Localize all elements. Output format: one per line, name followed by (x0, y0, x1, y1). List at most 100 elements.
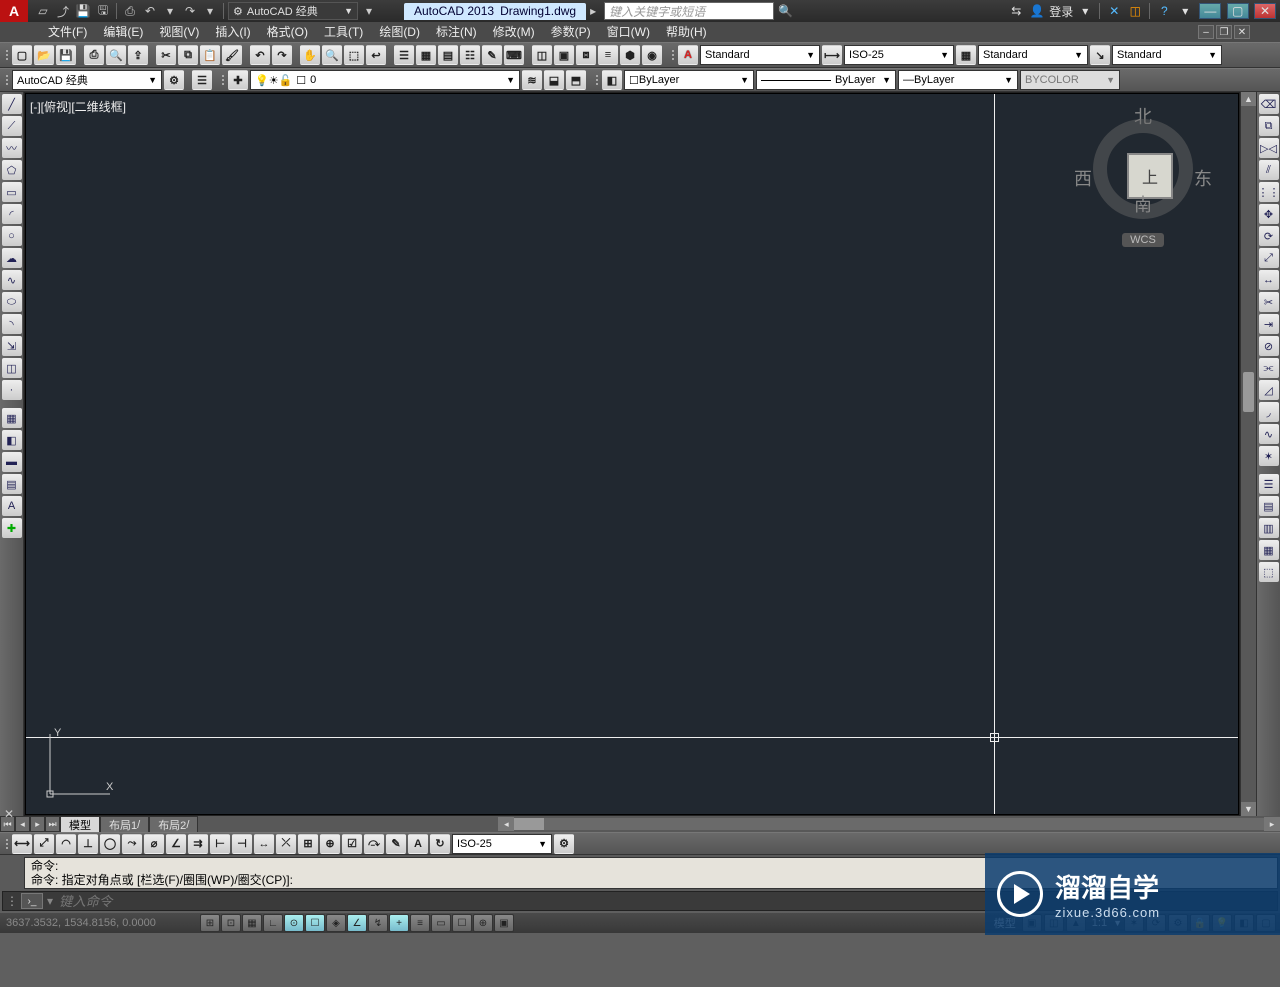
toolbar-grip[interactable] (670, 45, 676, 65)
chamfer-icon[interactable]: ◿ (1259, 380, 1279, 400)
dimrad-icon[interactable]: ◯ (100, 834, 120, 854)
qat-saveas-icon[interactable]: 🖫 (94, 2, 112, 20)
ren-icon[interactable]: ⬢ (620, 45, 640, 65)
hatch-icon[interactable]: ▦ (2, 408, 22, 428)
dimdia-icon[interactable]: ⌀ (144, 834, 164, 854)
qat-undo-dd-icon[interactable]: ▾ (161, 2, 179, 20)
dimbreak-icon[interactable]: ⤫ (276, 834, 296, 854)
close-button[interactable]: ✕ (1254, 3, 1276, 19)
exchange-icon[interactable]: ⇆ (1007, 2, 1025, 20)
arc-icon[interactable]: ◜ (2, 204, 22, 224)
color-dropdown[interactable]: ☐ ByLayer▼ (624, 70, 754, 90)
xline-icon[interactable]: ⟋ (2, 116, 22, 136)
help-icon[interactable]: ? (1155, 2, 1173, 20)
search-box[interactable]: 键入关键字或短语 (604, 2, 774, 20)
box-icon[interactable]: ◫ (1126, 2, 1144, 20)
publish-icon[interactable]: ⇪ (128, 45, 148, 65)
stretch-icon[interactable]: ↔ (1259, 270, 1279, 290)
qat-new-icon[interactable]: ▱ (34, 2, 52, 20)
insert-icon[interactable]: ⇲ (2, 336, 22, 356)
zoomp-icon[interactable]: ↩ (366, 45, 386, 65)
tol-icon[interactable]: ⊞ (298, 834, 318, 854)
calc-icon[interactable]: ⌨ (504, 45, 524, 65)
horizontal-scrollbar[interactable]: ◂ ▸ (498, 816, 1280, 832)
mark-icon[interactable]: ✎ (482, 45, 502, 65)
pline-icon[interactable]: 〰 (2, 138, 22, 158)
dimspace-icon[interactable]: ↔ (254, 834, 274, 854)
tab-next-icon[interactable]: ▸ (30, 816, 45, 832)
joglin-icon[interactable]: ⤼ (364, 834, 384, 854)
zoom-icon[interactable]: 🔍 (322, 45, 342, 65)
qat-save-icon[interactable]: 💾 (74, 2, 92, 20)
dimarc-icon[interactable]: ◠ (56, 834, 76, 854)
dimjog-icon[interactable]: ⤳ (122, 834, 142, 854)
workspace-dd2[interactable]: AutoCAD 经典▼ (12, 70, 162, 90)
scale-icon[interactable]: ⤢ (1259, 248, 1279, 268)
dc-icon[interactable]: ▦ (416, 45, 436, 65)
tab-last-icon[interactable]: ⏭ (45, 816, 60, 832)
props-icon[interactable]: ☰ (394, 45, 414, 65)
cen-icon[interactable]: ⊕ (320, 834, 340, 854)
minimize-button[interactable]: — (1199, 3, 1221, 19)
wcs-badge[interactable]: WCS (1122, 233, 1164, 247)
draworder4-icon[interactable]: ▦ (1259, 540, 1279, 560)
tablestyle-icon[interactable]: ▦ (956, 45, 976, 65)
qp-icon[interactable]: ☐ (452, 914, 472, 932)
xref-icon[interactable]: ⧈ (576, 45, 596, 65)
mirror-icon[interactable]: ▷◁ (1259, 138, 1279, 158)
dimstyle-mgr-icon[interactable]: ⚙ (554, 834, 574, 854)
zoomw-icon[interactable]: ⬚ (344, 45, 364, 65)
move-icon[interactable]: ✥ (1259, 204, 1279, 224)
circle-icon[interactable]: ○ (2, 226, 22, 246)
dimalign-icon[interactable]: ⤢ (34, 834, 54, 854)
tab-layout1[interactable]: 布局1 / (100, 816, 149, 832)
group-icon[interactable]: ⬚ (1259, 562, 1279, 582)
dimtedit-icon[interactable]: A (408, 834, 428, 854)
dimord-icon[interactable]: ⊥ (78, 834, 98, 854)
cut-icon[interactable]: ✂ (156, 45, 176, 65)
scroll-down-icon[interactable]: ▼ (1241, 802, 1256, 816)
osnap-icon[interactable]: ☐ (305, 914, 325, 932)
insp-icon[interactable]: ☑ (342, 834, 362, 854)
mleader-icon[interactable]: ↘ (1090, 45, 1110, 65)
signin-dd-icon[interactable]: ▾ (1076, 2, 1094, 20)
menu-format[interactable]: 格式(O) (259, 22, 316, 42)
qat-redo-icon[interactable]: ↷ (181, 2, 199, 20)
dimedit-icon[interactable]: ✎ (386, 834, 406, 854)
spline-icon[interactable]: ∿ (2, 270, 22, 290)
color-icon[interactable]: ◧ (602, 70, 622, 90)
viewcube-w[interactable]: 西 (1074, 165, 1092, 191)
toolbar-grip[interactable] (220, 70, 226, 90)
qdim-icon[interactable]: ⇉ (188, 834, 208, 854)
qat-undo-icon[interactable]: ↶ (141, 2, 159, 20)
region-icon[interactable]: ▬ (2, 452, 22, 472)
snap-icon[interactable]: ⊡ (221, 914, 241, 932)
hscroll-left-icon[interactable]: ◂ (498, 817, 514, 831)
toolbar-grip[interactable] (594, 70, 600, 90)
doc-restore-button[interactable]: ❐ (1216, 25, 1232, 39)
layermgr-icon[interactable]: ✚ (228, 70, 248, 90)
viewcube-s[interactable]: 南 (1134, 191, 1152, 217)
lwt-icon[interactable]: ≡ (410, 914, 430, 932)
menu-modify[interactable]: 修改(M) (485, 22, 543, 42)
block-icon[interactable]: ◫ (532, 45, 552, 65)
layer-dropdown[interactable]: 💡 ☀ 🔓 ☐ 0 ▼ (250, 70, 520, 90)
maximize-button[interactable]: ▢ (1227, 3, 1249, 19)
textstyle-dropdown[interactable]: Standard▼ (700, 45, 820, 65)
cmd-prompt-icon[interactable]: ›_ (21, 893, 43, 909)
help-dd-icon[interactable]: ▾ (1176, 2, 1194, 20)
lineweight-dropdown[interactable]: — ByLayer▼ (898, 70, 1018, 90)
layiso-icon[interactable]: ⬓ (544, 70, 564, 90)
dimstyle-dd2[interactable]: ISO-25▼ (452, 834, 552, 854)
menu-dim[interactable]: 标注(N) (428, 22, 485, 42)
ssm-icon[interactable]: ☷ (460, 45, 480, 65)
am-icon[interactable]: ▣ (494, 914, 514, 932)
copy2-icon[interactable]: ⧉ (1259, 116, 1279, 136)
view-cube[interactable]: 北 上 西 东 南 WCS (1078, 109, 1208, 247)
scroll-up-icon[interactable]: ▲ (1241, 92, 1256, 106)
ducs-icon[interactable]: ↯ (368, 914, 388, 932)
redo2-icon[interactable]: ↷ (272, 45, 292, 65)
print-icon[interactable]: ⎙ (84, 45, 104, 65)
draworder-icon[interactable]: ☰ (1259, 474, 1279, 494)
drawing-canvas[interactable]: [-][俯视][二维线框] Y X 北 上 西 东 南 WCS (25, 93, 1239, 815)
